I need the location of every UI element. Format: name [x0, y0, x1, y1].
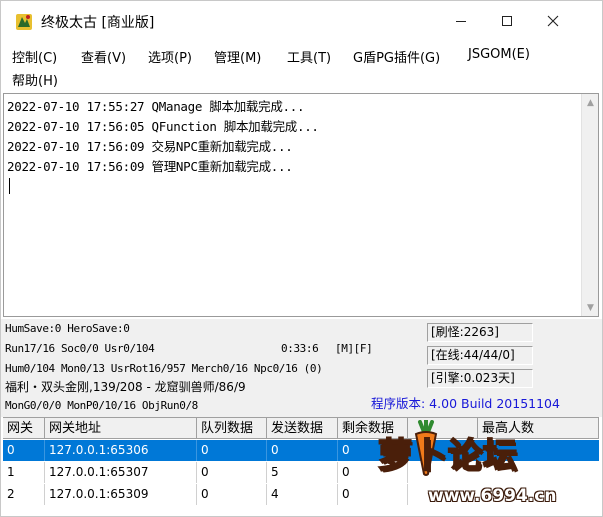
close-button[interactable] — [530, 1, 576, 41]
log-line: 2022-07-10 17:56:05 QFunction 脚本加载完成... — [7, 119, 319, 134]
online-count-badge: [在线:44/44/0] — [427, 346, 533, 365]
log-line: 2022-07-10 17:55:27 QManage 脚本加载完成... — [7, 99, 305, 114]
log-line: 2022-07-10 17:56:09 交易NPC重新加载完成... — [7, 139, 293, 154]
cell-sent: 5 — [267, 462, 338, 483]
minimize-button[interactable] — [438, 1, 484, 41]
menu-view[interactable]: 查看(V) — [81, 47, 126, 66]
log-textarea[interactable]: 2022-07-10 17:55:27 QManage 脚本加载完成... 20… — [3, 93, 599, 317]
maximize-icon — [502, 16, 512, 26]
window-title: 终极太古 [商业版] — [41, 15, 155, 31]
cell-address: 127.0.0.1:65306 — [45, 440, 197, 461]
hum-mon-status: Hum0/104 Mon0/13 UsrRot16/957 Merch0/16 … — [5, 362, 323, 375]
cell-queue: 0 — [197, 440, 267, 461]
menu-bar: 控制(C) 查看(V) 选项(P) 管理(M) 工具(T) G盾PG插件(G) … — [1, 41, 602, 91]
uptime-timer: 0:33:6 — [281, 342, 319, 355]
menu-help[interactable]: 帮助(H) — [12, 70, 58, 89]
forum-watermark: 萝卜论坛 www.6994.cn — [376, 416, 602, 516]
save-status: HumSave:0 HeroSave:0 — [5, 322, 130, 335]
menu-jsgom[interactable]: JSGOM(E) — [468, 47, 530, 62]
menu-manage[interactable]: 管理(M) — [214, 47, 261, 66]
cell-address: 127.0.0.1:65307 — [45, 462, 197, 483]
cell-queue: 0 — [197, 484, 267, 505]
map-status: 福利・双头金刚,139/208 - 龙窟驯兽师/86/9 — [5, 380, 246, 394]
close-icon — [547, 15, 559, 27]
header-queue-data[interactable]: 队列数据 — [197, 418, 267, 439]
cell-gateway-id: 0 — [3, 440, 45, 461]
mode-flags: [M][F] — [335, 342, 373, 355]
header-gateway[interactable]: 网关 — [3, 418, 45, 439]
watermark-url: www.6994.cn — [428, 486, 557, 506]
text-caret — [9, 178, 10, 194]
cell-queue: 0 — [197, 462, 267, 483]
menu-control[interactable]: 控制(C) — [12, 47, 57, 66]
header-sent-data[interactable]: 发送数据 — [267, 418, 338, 439]
engine-days-badge: [引擎:0.023天] — [427, 369, 533, 388]
watermark-logo-text: 萝卜论坛 — [377, 435, 518, 477]
menu-gshield-plugin[interactable]: G盾PG插件(G) — [353, 47, 440, 66]
cell-sent: 0 — [267, 440, 338, 461]
minimize-icon — [456, 21, 466, 22]
menu-tools[interactable]: 工具(T) — [287, 47, 331, 66]
run-status: Run17/16 Soc0/0 Usr0/104 — [5, 342, 155, 355]
scroll-up-icon[interactable]: ▲ — [582, 94, 599, 111]
maximize-button[interactable] — [484, 1, 530, 41]
scroll-down-icon[interactable]: ▼ — [582, 299, 599, 316]
header-gateway-address[interactable]: 网关地址 — [45, 418, 197, 439]
cell-gateway-id: 1 — [3, 462, 45, 483]
log-lines: 2022-07-10 17:55:27 QManage 脚本加载完成... 20… — [7, 97, 567, 177]
refresh-monster-badge: [刷怪:2263] — [427, 323, 533, 342]
log-line: 2022-07-10 17:56:09 管理NPC重新加载完成... — [7, 159, 293, 174]
cell-gateway-id: 2 — [3, 484, 45, 505]
title-bar[interactable]: 终极太古 [商业版] — [1, 1, 602, 41]
log-scrollbar[interactable]: ▲ ▼ — [581, 94, 598, 316]
program-version: 程序版本: 4.00 Build 20151104 — [371, 396, 560, 411]
app-window: 终极太古 [商业版] 控制(C) 查看(V) 选项(P) 管理(M) 工具(T)… — [0, 0, 603, 517]
cell-address: 127.0.0.1:65309 — [45, 484, 197, 505]
menu-options[interactable]: 选项(P) — [148, 47, 192, 66]
mon-obj-status: MonG0/0/0 MonP0/10/16 ObjRun0/8 — [5, 399, 198, 412]
cell-sent: 4 — [267, 484, 338, 505]
app-icon — [16, 14, 32, 30]
